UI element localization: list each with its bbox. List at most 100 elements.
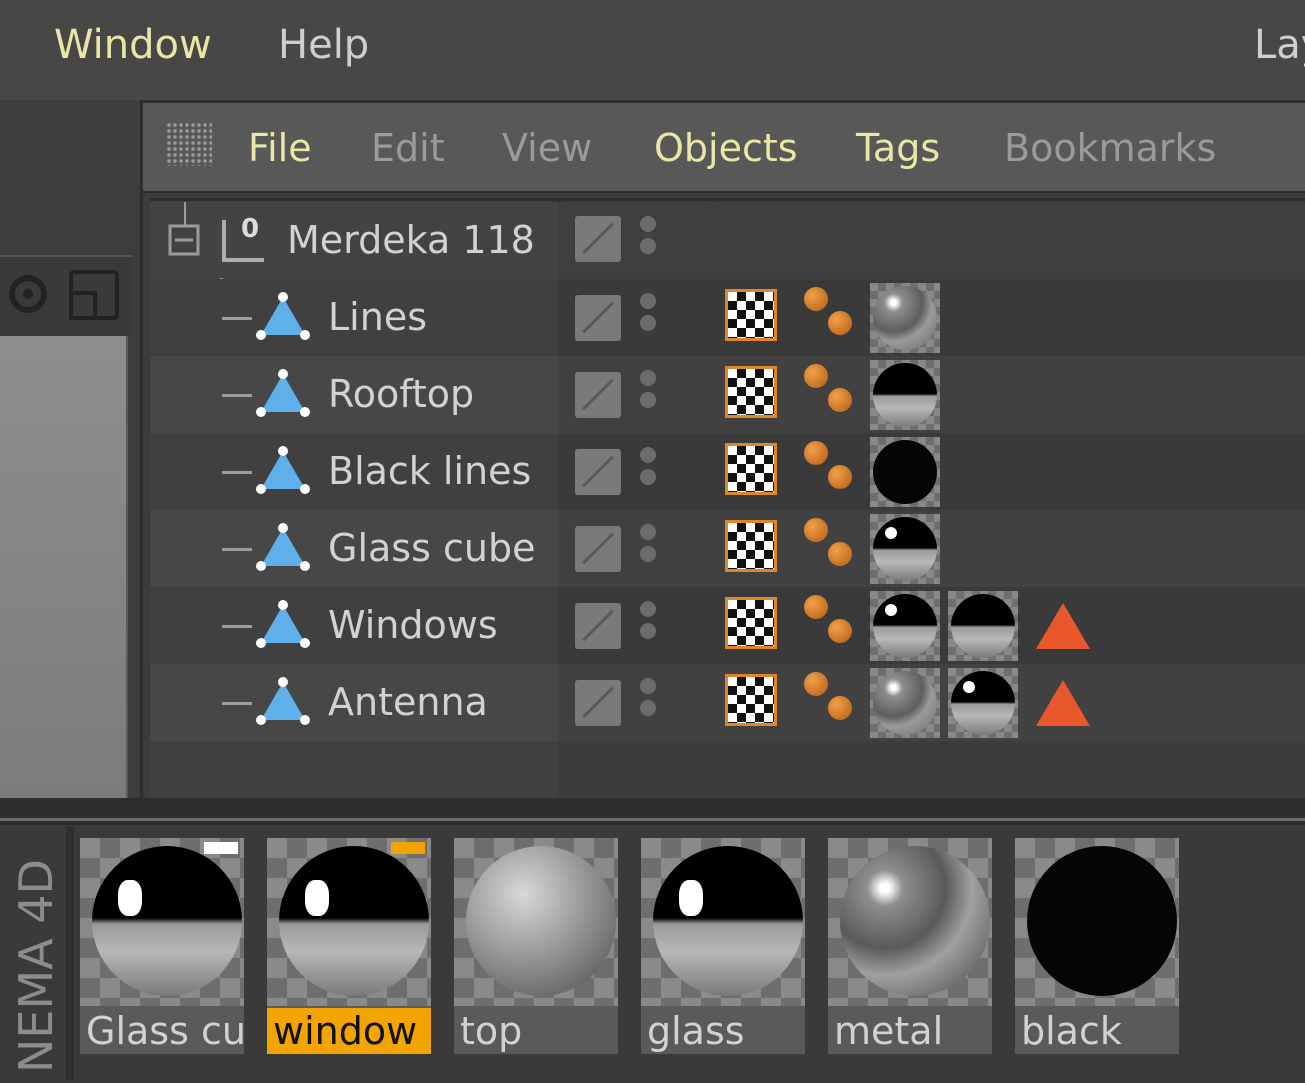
uvw-texture-tag-icon[interactable] [725,366,777,418]
render-dots[interactable] [640,370,658,414]
brand-text: NEMA 4D [9,859,63,1073]
uvw-texture-tag-icon[interactable] [725,443,777,495]
om-menu-view[interactable]: View [502,126,592,170]
material-label[interactable]: glass [641,1008,805,1054]
om-menu-objects[interactable]: Objects [654,126,798,170]
render-dots[interactable] [640,293,658,337]
list-top-border [150,198,1305,201]
phong-tag-icon[interactable] [802,362,862,422]
object-name[interactable]: Glass cube [328,526,535,570]
render-dots[interactable] [640,601,658,645]
tree-branch [222,548,252,551]
viewport-header [0,255,132,337]
object-name[interactable]: Antenna [328,680,488,724]
visibility-toggle[interactable] [575,603,621,649]
uvw-texture-tag-icon[interactable] [725,597,777,649]
material-badge [204,842,238,854]
visibility-toggle[interactable] [575,216,621,262]
layout-label[interactable]: Lay [1254,22,1305,68]
panel-divider [0,821,1305,825]
om-menu-bookmarks[interactable]: Bookmarks [1004,126,1216,170]
object-name[interactable]: Windows [328,603,498,647]
glass-material-tag-icon[interactable] [870,514,940,584]
phong-tag-icon[interactable] [802,439,862,499]
tree-branch [222,471,252,474]
warning-triangle-icon[interactable] [1036,603,1090,649]
render-dots[interactable] [640,447,658,491]
object-row[interactable]: Rooftop [150,356,1305,433]
object-row[interactable]: Windows [150,587,1305,664]
top-material-tag-icon[interactable] [948,591,1018,661]
phong-tag-icon[interactable] [802,516,862,576]
object-row[interactable]: Glass cube [150,510,1305,587]
material-label[interactable]: metal [828,1008,992,1054]
object-name[interactable]: Merdeka 118 [287,218,535,262]
render-dots[interactable] [640,678,658,722]
material-preview [641,838,805,1006]
view-layout-icon[interactable] [68,269,120,321]
polygon-object-icon [256,369,310,417]
material-label[interactable]: black [1015,1008,1179,1054]
object-row[interactable]: Black lines [150,433,1305,510]
material-preview [267,838,431,1006]
collapse-icon[interactable] [160,202,204,264]
material-label[interactable]: top [454,1008,618,1054]
phong-tag-icon[interactable] [802,593,862,653]
material-label[interactable]: Glass cu [80,1008,244,1054]
viewport-canvas[interactable] [0,336,128,798]
visibility-toggle[interactable] [575,680,621,726]
name-cell [150,741,558,798]
render-dots[interactable] [640,524,658,568]
brand-divider [66,826,74,1080]
metal-material-tag-icon[interactable] [870,283,940,353]
object-row-root[interactable]: 0 Merdeka 118 [150,202,1305,279]
om-menu-file[interactable]: File [248,126,312,170]
om-menu-tags[interactable]: Tags [856,126,940,170]
uvw-texture-tag-icon[interactable] [725,289,777,341]
refresh-icon[interactable] [4,269,52,319]
polygon-object-icon [256,446,310,494]
om-menu-edit[interactable]: Edit [371,126,445,170]
visibility-toggle[interactable] [575,295,621,341]
visibility-toggle[interactable] [575,372,621,418]
material-preview [1015,838,1179,1006]
object-name[interactable]: Lines [328,295,427,339]
window-material-tag-icon[interactable] [870,591,940,661]
object-name[interactable]: Rooftop [328,372,474,416]
menu-help[interactable]: Help [278,22,369,68]
material-preview [454,838,618,1006]
panel-grip-icon[interactable] [166,122,212,166]
warning-triangle-icon[interactable] [1036,680,1090,726]
phong-tag-icon[interactable] [802,285,862,345]
uvw-texture-tag-icon[interactable] [725,674,777,726]
tree-branch [222,702,252,705]
tree-branch [222,394,252,397]
material-swatch[interactable]: top [454,838,618,1054]
glass-material-tag-icon[interactable] [948,668,1018,738]
visibility-toggle[interactable] [575,526,621,572]
black-material-tag-icon[interactable] [870,437,940,507]
material-preview [80,838,244,1006]
object-name[interactable]: Black lines [328,449,531,493]
material-swatch[interactable]: window [267,838,431,1054]
material-swatch[interactable]: Glass cu [80,838,244,1054]
metal-material-tag-icon[interactable] [870,668,940,738]
layer-index: 0 [241,214,260,244]
empty-row [150,741,1305,798]
menu-window[interactable]: Window [54,22,212,68]
material-swatch[interactable]: metal [828,838,992,1054]
material-preview [828,838,992,1006]
object-row[interactable]: Lines [150,279,1305,356]
polygon-object-icon [256,677,310,725]
material-label[interactable]: window [267,1008,431,1054]
top-material-tag-icon[interactable] [870,360,940,430]
tree-branch [222,317,252,320]
material-swatch[interactable]: glass [641,838,805,1054]
visibility-toggle[interactable] [575,449,621,495]
material-swatch[interactable]: black [1015,838,1179,1054]
uvw-texture-tag-icon[interactable] [725,520,777,572]
render-dots[interactable] [640,216,658,260]
polygon-object-icon [256,600,310,648]
object-row[interactable]: Antenna [150,664,1305,741]
phong-tag-icon[interactable] [802,670,862,730]
